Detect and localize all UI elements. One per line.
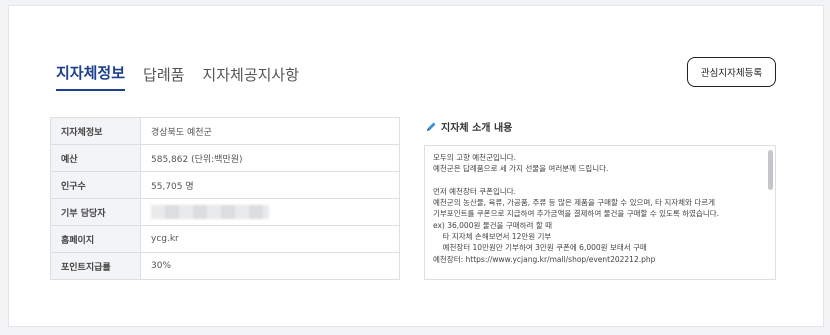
intro-heading: 지자체 소개 내용 xyxy=(425,119,512,134)
tab-gifts[interactable]: 답례품 xyxy=(143,64,184,91)
row-label: 기부 담당자 xyxy=(50,198,141,226)
row-value: 30% xyxy=(140,252,400,280)
redacted-contact xyxy=(151,205,269,219)
tab-bar: 지자체정보 답례품 지자체공지사항 xyxy=(56,62,317,91)
intro-textbox[interactable]: 모두의 고향 예천군입니다. 예천군은 답례품으로 세 가지 선물을 여러분께 … xyxy=(424,145,776,280)
info-table: 지자체정보 경상북도 예천군 예산 585,862 (단위:백만원) 인구수 5… xyxy=(50,117,400,280)
table-row: 인구수 55,705 명 xyxy=(50,171,400,199)
row-label: 지자체정보 xyxy=(50,117,141,145)
add-favorite-button[interactable]: 관심지자체등록 xyxy=(687,57,776,87)
row-label: 포인트지급률 xyxy=(50,252,141,280)
intro-text: 모두의 고향 예천군입니다. 예천군은 답례품으로 세 가지 선물을 여러분께 … xyxy=(433,153,720,264)
table-row: 지자체정보 경상북도 예천군 xyxy=(50,117,400,145)
tab-info[interactable]: 지자체정보 xyxy=(56,62,126,91)
table-row: 기부 담당자 xyxy=(50,198,400,226)
row-label: 인구수 xyxy=(50,171,141,199)
intro-title: 지자체 소개 내용 xyxy=(441,123,513,134)
table-row: 홈페이지 ycg.kr xyxy=(50,225,400,253)
row-value: 585,862 (단위:백만원) xyxy=(140,144,400,172)
homepage-link[interactable]: ycg.kr xyxy=(140,225,400,253)
row-value: 55,705 명 xyxy=(140,171,400,199)
tab-notices[interactable]: 지자체공지사항 xyxy=(202,64,299,91)
scrollbar[interactable] xyxy=(768,150,773,190)
row-value-redacted xyxy=(140,198,400,226)
row-value: 경상북도 예천군 xyxy=(140,117,400,145)
table-row: 예산 585,862 (단위:백만원) xyxy=(50,144,400,172)
row-label: 예산 xyxy=(50,144,141,172)
row-label: 홈페이지 xyxy=(50,225,141,253)
table-row: 포인트지급률 30% xyxy=(50,252,400,280)
pencil-icon xyxy=(427,122,436,131)
